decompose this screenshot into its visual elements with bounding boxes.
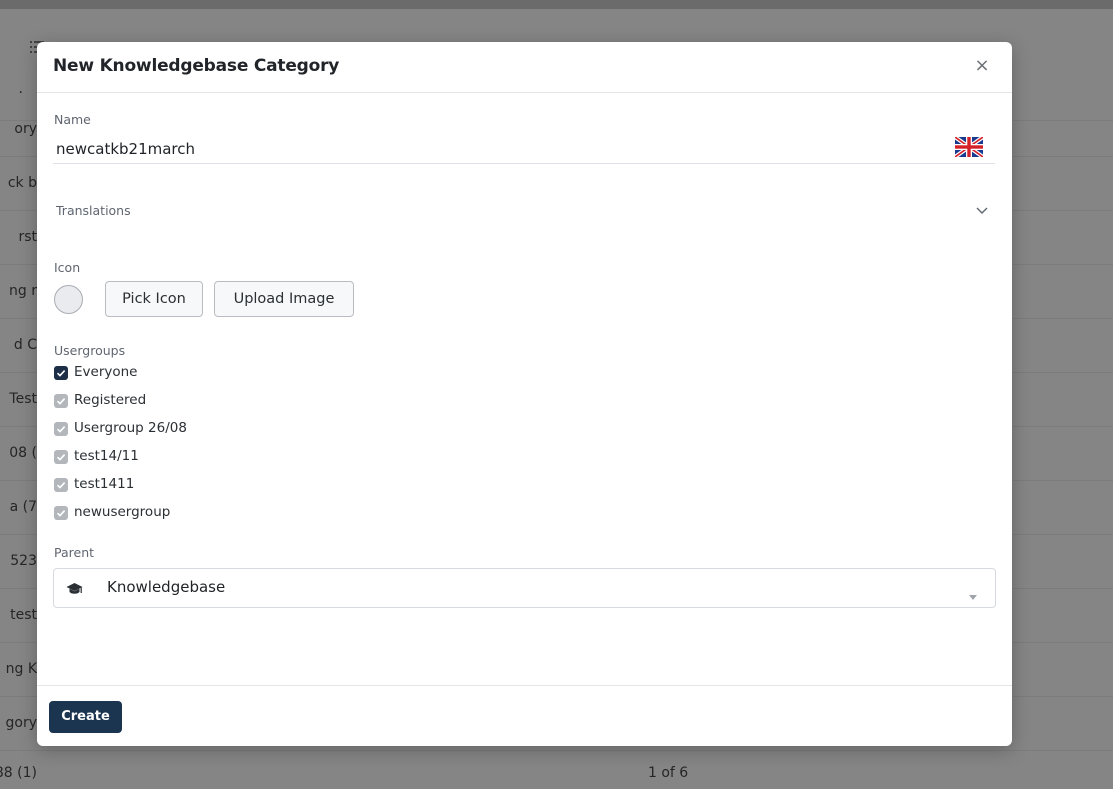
upload-image-button[interactable]: Upload Image <box>214 281 354 317</box>
name-label: Name <box>54 112 91 127</box>
checkbox-disabled <box>54 506 68 520</box>
usergroup-checkbox-everyone[interactable]: Everyone <box>54 363 454 383</box>
graduation-cap-icon <box>66 581 83 595</box>
usergroup-label: Registered <box>74 392 147 408</box>
usergroup-checkbox-registered: Registered <box>54 391 454 411</box>
pick-icon-button[interactable]: Pick Icon <box>105 281 203 317</box>
create-button[interactable]: Create <box>49 701 122 733</box>
background-row-text: 523 <box>10 553 37 569</box>
usergroup-label: test1411 <box>74 476 135 492</box>
icon-label: Icon <box>54 260 81 275</box>
usergroup-checkbox-test14-11: test14/11 <box>54 447 454 467</box>
parent-select[interactable]: Knowledgebase <box>53 568 996 608</box>
background-row-text: gory <box>5 715 38 731</box>
checkbox-disabled <box>54 394 68 408</box>
background-row-text: rst <box>18 229 37 245</box>
modal-title: New Knowledgebase Category <box>53 56 340 76</box>
uk-flag-icon[interactable] <box>953 135 985 159</box>
translations-toggle[interactable]: Translations <box>53 198 995 226</box>
modal-header: New Knowledgebase Category × <box>37 42 1012 93</box>
background-row-text: a (7 <box>9 499 37 515</box>
background-row-text: ng K <box>5 661 37 677</box>
usergroup-checkbox-newusergroup: newusergroup <box>54 503 454 523</box>
usergroup-checkbox-test1411: test1411 <box>54 475 454 495</box>
checkbox-disabled <box>54 422 68 436</box>
icon-preview <box>54 285 83 314</box>
usergroup-checkbox-usergroup-2608: Usergroup 26/08 <box>54 419 454 439</box>
background-row-text: ory <box>14 121 37 137</box>
top-bar <box>0 0 1113 9</box>
chevron-down-icon <box>975 202 989 216</box>
checkbox-disabled <box>54 450 68 464</box>
close-button[interactable]: × <box>972 55 992 77</box>
checkbox-checked[interactable] <box>54 366 68 380</box>
modal-footer: Create <box>37 685 1012 746</box>
background-row-text: Test <box>9 391 37 407</box>
background-footer-text: 88 (1) <box>0 765 37 781</box>
name-input[interactable]: newcatkb21march <box>53 134 995 164</box>
background-row-text: test <box>10 607 37 623</box>
usergroup-label: Everyone <box>74 364 138 380</box>
background-row-text: ck b <box>7 175 37 191</box>
translations-label: Translations <box>56 203 131 218</box>
pagination-text: 1 of 6 <box>648 765 689 781</box>
checkbox-disabled <box>54 478 68 492</box>
background-footer: 88 (1) 1 of 6 <box>0 752 1113 789</box>
background-row-text: d C <box>13 337 37 353</box>
background-row-text: ng r <box>9 283 37 299</box>
usergroup-label: Usergroup 26/08 <box>74 420 187 436</box>
new-category-modal: New Knowledgebase Category × Name newcat… <box>37 42 1012 746</box>
usergroup-label: newusergroup <box>74 504 171 520</box>
background-row-text: 08 ( <box>9 445 37 461</box>
parent-label: Parent <box>54 545 95 560</box>
usergroups-label: Usergroups <box>54 343 126 358</box>
caret-down-icon <box>969 585 977 600</box>
parent-select-value: Knowledgebase <box>107 578 226 596</box>
usergroup-label: test14/11 <box>74 448 139 464</box>
